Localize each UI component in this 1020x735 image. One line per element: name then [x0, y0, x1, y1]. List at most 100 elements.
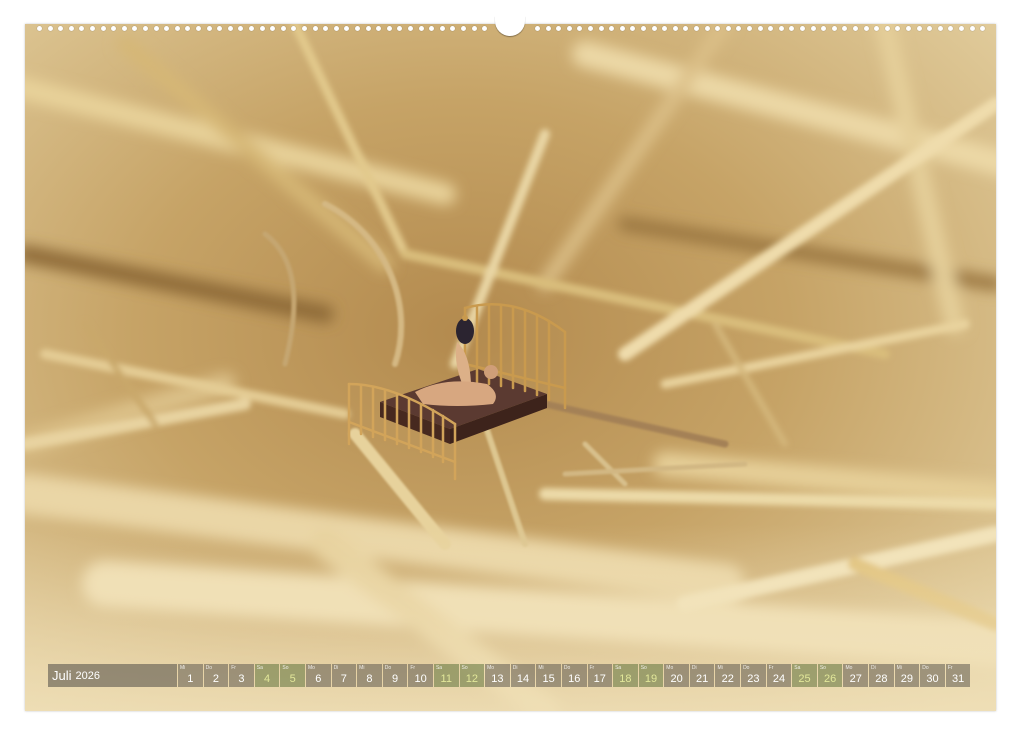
day-cell: Di 28 [869, 664, 894, 687]
day-cell: Sa 18 [613, 664, 638, 687]
day-number: 28 [869, 673, 894, 685]
day-cell: Sa 4 [255, 664, 280, 687]
weekday-label: Di [871, 665, 876, 671]
day-number: 27 [843, 673, 868, 685]
day-number: 3 [229, 673, 254, 685]
day-number: 9 [383, 673, 408, 685]
day-number: 16 [562, 673, 587, 685]
day-number: 30 [920, 673, 945, 685]
day-cell: Fr 3 [229, 664, 254, 687]
straw-photo [25, 24, 996, 711]
weekday-label: Fr [769, 665, 774, 671]
day-number: 18 [613, 673, 638, 685]
weekday-label: Di [692, 665, 697, 671]
day-number: 12 [460, 673, 485, 685]
day-number: 11 [434, 673, 459, 685]
day-cell: Fr 17 [588, 664, 613, 687]
day-number: 21 [690, 673, 715, 685]
weekday-label: Mi [897, 665, 902, 671]
day-number: 6 [306, 673, 331, 685]
day-cell: Do 9 [383, 664, 408, 687]
day-number: 26 [818, 673, 843, 685]
day-number: 8 [357, 673, 382, 685]
day-cell: So 19 [639, 664, 664, 687]
weekday-label: Sa [615, 665, 621, 671]
day-number: 13 [485, 673, 510, 685]
weekday-label: Mo [666, 665, 673, 671]
day-number: 22 [715, 673, 740, 685]
weekday-label: Fr [590, 665, 595, 671]
day-cell: Fr 24 [767, 664, 792, 687]
day-number: 24 [767, 673, 792, 685]
day-cell: Di 21 [690, 664, 715, 687]
day-number: 17 [588, 673, 613, 685]
day-cell: Mi 1 [178, 664, 203, 687]
weekday-label: Mi [538, 665, 543, 671]
day-number: 23 [741, 673, 766, 685]
weekday-label: Fr [410, 665, 415, 671]
weekday-label: Fr [948, 665, 953, 671]
day-cell: Mo 27 [843, 664, 868, 687]
weekday-label: Mo [845, 665, 852, 671]
day-cell: Mi 8 [357, 664, 382, 687]
day-cell: Mo 6 [306, 664, 331, 687]
day-cell: Sa 25 [792, 664, 817, 687]
day-cell: Fr 31 [946, 664, 971, 687]
weekday-label: Fr [231, 665, 236, 671]
weekday-label: Do [385, 665, 391, 671]
weekday-label: Do [206, 665, 212, 671]
day-cells: Mi1Do2Fr3Sa4So5Mo6Di7Mi8Do9Fr10Sa11So12M… [178, 664, 970, 687]
weekday-label: Mi [180, 665, 185, 671]
weekday-label: Mi [359, 665, 364, 671]
day-number: 31 [946, 673, 971, 685]
day-number: 20 [664, 673, 689, 685]
month-year: 2026 [76, 670, 100, 682]
day-number: 15 [536, 673, 561, 685]
weekday-label: Sa [257, 665, 263, 671]
day-cell: Di 14 [511, 664, 536, 687]
weekday-label: Do [564, 665, 570, 671]
day-cell: Do 16 [562, 664, 587, 687]
day-number: 5 [280, 673, 305, 685]
weekday-label: So [282, 665, 288, 671]
day-cell: Fr 10 [408, 664, 433, 687]
weekday-label: So [641, 665, 647, 671]
day-number: 2 [204, 673, 229, 685]
weekday-label: Mo [308, 665, 315, 671]
weekday-label: Mi [717, 665, 722, 671]
day-number: 4 [255, 673, 280, 685]
day-number: 14 [511, 673, 536, 685]
day-cell: Mo 20 [664, 664, 689, 687]
day-number: 10 [408, 673, 433, 685]
day-cell: Mi 15 [536, 664, 561, 687]
calendar-bar: Juli 2026 Mi1Do2Fr3Sa4So5Mo6Di7Mi8Do9Fr1… [48, 664, 973, 687]
day-cell: Sa 11 [434, 664, 459, 687]
weekday-label: So [462, 665, 468, 671]
day-cell: Mo 13 [485, 664, 510, 687]
weekday-label: Do [922, 665, 928, 671]
month-name: Juli [52, 668, 72, 683]
day-cell: Di 7 [332, 664, 357, 687]
day-cell: Mi 29 [895, 664, 920, 687]
day-cell: Do 23 [741, 664, 766, 687]
weekday-label: Sa [794, 665, 800, 671]
month-label: Juli 2026 [48, 664, 177, 687]
weekday-label: Di [334, 665, 339, 671]
day-number: 25 [792, 673, 817, 685]
weekday-label: Sa [436, 665, 442, 671]
weekday-label: So [820, 665, 826, 671]
day-cell: So 26 [818, 664, 843, 687]
weekday-label: Do [743, 665, 749, 671]
day-cell: Do 30 [920, 664, 945, 687]
day-number: 19 [639, 673, 664, 685]
day-cell: So 5 [280, 664, 305, 687]
day-cell: Mi 22 [715, 664, 740, 687]
day-number: 29 [895, 673, 920, 685]
day-cell: Do 2 [204, 664, 229, 687]
day-cell: So 12 [460, 664, 485, 687]
day-number: 7 [332, 673, 357, 685]
weekday-label: Mo [487, 665, 494, 671]
day-number: 1 [178, 673, 203, 685]
calendar-page: Juli 2026 Mi1Do2Fr3Sa4So5Mo6Di7Mi8Do9Fr1… [25, 24, 996, 711]
weekday-label: Di [513, 665, 518, 671]
